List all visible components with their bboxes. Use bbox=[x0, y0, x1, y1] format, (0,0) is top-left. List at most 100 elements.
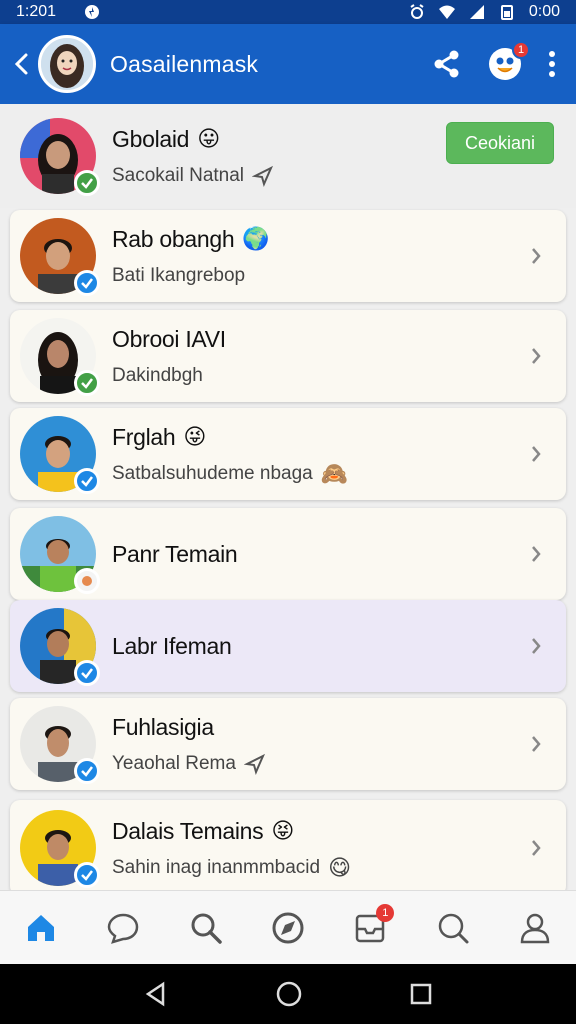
chevron-right-icon bbox=[524, 346, 548, 366]
emoji: 😜 bbox=[183, 424, 207, 449]
contact-subtitle: Satbalsuhudeme nbaga 🙈 bbox=[112, 460, 524, 486]
avatar-portrait bbox=[41, 38, 93, 90]
list-item[interactable]: Labr Ifeman bbox=[10, 600, 566, 692]
check-icon bbox=[81, 766, 93, 777]
battery-icon bbox=[500, 5, 513, 20]
subtitle-text: Bati Ikangrebop bbox=[112, 264, 246, 286]
nav-inbox[interactable]: 1 bbox=[348, 903, 395, 950]
home-circle-icon[interactable] bbox=[275, 980, 303, 1008]
check-icon bbox=[81, 378, 93, 389]
verified-badge bbox=[74, 862, 100, 888]
contact-name: Dalais Temains 😝 bbox=[112, 818, 524, 845]
avatar bbox=[20, 810, 100, 888]
contact-name: Obrooi IAVI bbox=[112, 326, 524, 353]
subtitle-text: Satbalsuhudeme nbaga bbox=[112, 462, 313, 484]
avatar bbox=[20, 218, 100, 296]
nav-home[interactable] bbox=[19, 906, 63, 950]
subtitle-text: Sacokail Natnal bbox=[112, 164, 245, 186]
verified-badge bbox=[74, 270, 100, 296]
avatar bbox=[20, 416, 100, 494]
alarm-icon bbox=[410, 4, 424, 19]
chevron-right-icon bbox=[524, 636, 548, 656]
contact-name-text: Dalais Temains bbox=[112, 817, 264, 844]
contact-name: Frglah 😜 bbox=[112, 424, 524, 451]
header-avatar[interactable] bbox=[38, 35, 96, 93]
person-icon bbox=[520, 913, 550, 943]
signal-icon bbox=[469, 5, 484, 19]
contact-subtitle: Sacokail Natnal bbox=[112, 165, 576, 187]
chevron-left-icon bbox=[14, 53, 28, 75]
contact-name: Panr Temain bbox=[112, 541, 524, 568]
page-title: Oasailenmask bbox=[110, 50, 259, 77]
contact-name-text: Labr Ifeman bbox=[112, 632, 232, 659]
nav-search[interactable] bbox=[184, 906, 228, 950]
chevron-right-icon bbox=[524, 734, 548, 754]
contact-name: Labr Ifeman bbox=[112, 633, 524, 660]
contact-subtitle: Bati Ikangrebop bbox=[112, 265, 524, 287]
send-icon bbox=[252, 165, 274, 187]
chat-list: Gbolaid 😛 Sacokail Natnal Ceokiani Rab o… bbox=[0, 104, 576, 890]
list-item[interactable]: Fuhlasigia Yeaohal Rema bbox=[10, 698, 566, 790]
verified-badge bbox=[74, 170, 100, 196]
nav-chats[interactable] bbox=[101, 906, 145, 950]
notification-badge: 1 bbox=[376, 903, 395, 922]
back-button[interactable] bbox=[10, 44, 32, 84]
subtitle-text: Dakindbgh bbox=[112, 364, 203, 386]
send-icon bbox=[243, 753, 265, 775]
verified-badge bbox=[74, 370, 100, 396]
list-item[interactable]: Obrooi IAVI Dakindbgh bbox=[10, 310, 566, 402]
nav-explore[interactable] bbox=[266, 906, 310, 950]
status-time: 1:201 bbox=[16, 3, 57, 20]
contact-name-text: Frglah bbox=[112, 423, 176, 450]
list-item[interactable]: Dalais Temains 😝 Sahin inag inanmmbacid … bbox=[10, 800, 566, 890]
chevron-right-icon bbox=[524, 444, 548, 464]
status-badge bbox=[74, 568, 100, 594]
chevron-right-icon bbox=[524, 246, 548, 266]
list-item[interactable]: Gbolaid 😛 Sacokail Natnal Ceokiani bbox=[0, 104, 576, 208]
recents-square-icon[interactable] bbox=[409, 982, 433, 1006]
avatar bbox=[20, 318, 100, 396]
emoji: 😋 bbox=[328, 854, 352, 880]
back-triangle-icon[interactable] bbox=[143, 981, 169, 1007]
app-bar: Oasailenmask 1 bbox=[0, 24, 576, 104]
nav-profile[interactable] bbox=[513, 906, 557, 950]
chevron-right-icon bbox=[524, 838, 548, 858]
subtitle-text: Sahin inag inanmmbacid bbox=[112, 856, 321, 878]
check-icon bbox=[81, 668, 93, 679]
phone-screen: 1:201 0:00 Oasailenmask 1 Gbolaid 😛 Saco… bbox=[0, 0, 576, 1024]
app-notification-icon bbox=[85, 5, 100, 19]
verified-badge bbox=[74, 758, 100, 784]
emoji: 🙈 bbox=[320, 460, 349, 486]
share-icon[interactable] bbox=[432, 49, 462, 79]
check-icon bbox=[81, 178, 93, 189]
home-icon bbox=[28, 914, 55, 941]
subtitle-text: Yeaohal Rema bbox=[112, 752, 236, 774]
contact-subtitle: Dakindbgh bbox=[112, 365, 524, 387]
list-item[interactable]: Frglah 😜 Satbalsuhudeme nbaga 🙈 bbox=[10, 408, 566, 500]
avatar bbox=[20, 608, 100, 686]
chevron-right-icon bbox=[524, 544, 548, 564]
contact-name: Rab obangh 🌍 bbox=[112, 226, 524, 253]
avatar bbox=[20, 118, 100, 196]
more-options-icon[interactable] bbox=[548, 50, 556, 78]
contact-subtitle: Sahin inag inanmmbacid 😋 bbox=[112, 854, 524, 880]
notifications-button[interactable]: 1 bbox=[488, 41, 530, 81]
list-item[interactable]: Rab obangh 🌍 Bati Ikangrebop bbox=[10, 210, 566, 302]
nav-messages[interactable] bbox=[431, 906, 475, 950]
status-bar: 1:201 0:00 bbox=[0, 0, 576, 24]
chat-bubble-icon bbox=[108, 913, 139, 944]
contact-subtitle: Yeaohal Rema bbox=[112, 753, 524, 775]
avatar bbox=[20, 516, 100, 594]
notification-badge: 1 bbox=[512, 41, 530, 59]
contact-name-text: Obrooi IAVI bbox=[112, 325, 226, 352]
emoji: 🌍 bbox=[242, 226, 270, 251]
action-button[interactable]: Ceokiani bbox=[446, 122, 554, 164]
contact-name: Fuhlasigia bbox=[112, 714, 524, 741]
wifi-icon bbox=[438, 5, 455, 19]
compass-icon bbox=[272, 912, 304, 943]
list-item[interactable]: Panr Temain bbox=[10, 508, 566, 600]
verified-badge bbox=[74, 468, 100, 494]
check-icon bbox=[81, 278, 93, 289]
message-search-icon bbox=[438, 913, 469, 943]
verified-badge bbox=[74, 660, 100, 686]
